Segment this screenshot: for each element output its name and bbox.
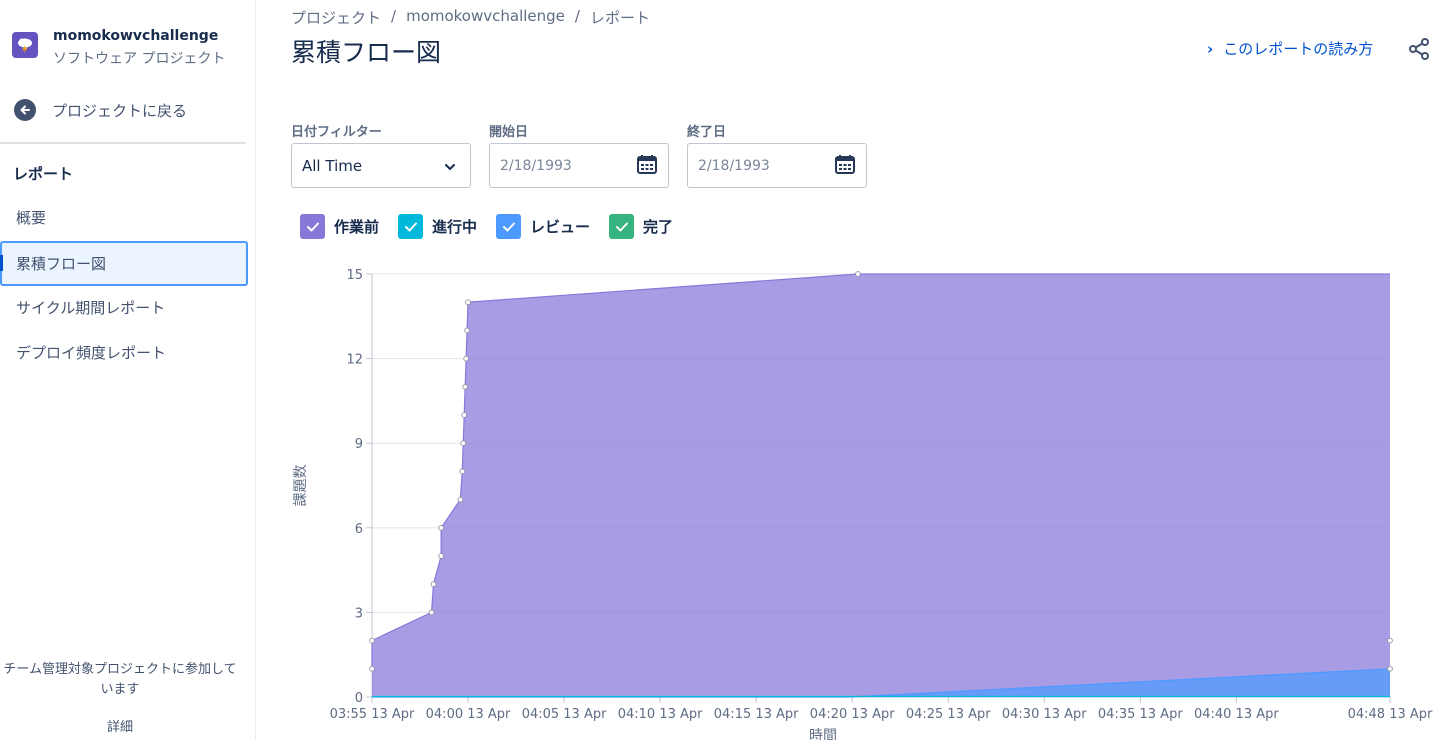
end-date-field: [687, 143, 867, 188]
share-icon[interactable]: [1407, 37, 1431, 61]
sidebar-divider: [0, 142, 246, 144]
breadcrumb-separator: /: [574, 7, 580, 25]
page-title: 累積フロー図: [291, 38, 442, 67]
data-point: [369, 637, 375, 644]
how-to-read-link[interactable]: › このレポートの読み方: [1207, 38, 1373, 59]
how-to-read-label: このレポートの読み方: [1223, 40, 1374, 58]
sidebar-section-title: レポート: [13, 165, 74, 183]
arrow-left-icon: [14, 99, 36, 121]
start-date-field: [489, 143, 669, 188]
breadcrumb-project[interactable]: momokowvchallenge: [406, 7, 565, 28]
sidebar-item-deploy-frequency[interactable]: デプロイ頻度レポート: [0, 330, 248, 375]
breadcrumb-separator: /: [391, 7, 397, 25]
y-tick-label: 6: [355, 522, 363, 537]
sidebar-item-label: 累積フロー図: [16, 255, 107, 273]
breadcrumb: プロジェクト / momokowvchallenge / レポート: [291, 7, 650, 28]
data-point: [461, 412, 468, 418]
breadcrumb-reports[interactable]: レポート: [590, 7, 650, 28]
legend-in-progress[interactable]: 進行中: [398, 214, 477, 239]
checkbox-checked-icon[interactable]: [398, 214, 424, 239]
data-point: [459, 468, 466, 475]
cumulative-flow-chart: 0 3 6 9 12 15 03:55 13 Apr 04:00 13 Apr 04:05 13…: [293, 268, 1433, 740]
x-tick-label: 04:25 13 Apr: [906, 707, 991, 722]
breadcrumb-projects[interactable]: プロジェクト: [291, 7, 381, 28]
series-area: [372, 274, 1390, 697]
x-tick-label: 04:00 13 Apr: [426, 707, 511, 722]
checkbox-checked-icon[interactable]: [496, 214, 522, 239]
legend-done[interactable]: 完了: [609, 214, 673, 239]
checkbox-checked-icon[interactable]: [609, 214, 635, 239]
x-tick-label: 04:10 13 Apr: [618, 707, 703, 722]
project-header: momokowvchallenge ソフトウェア プロジェクト: [12, 27, 225, 69]
x-tick-label: 04:20 13 Apr: [810, 707, 895, 722]
data-point: [464, 327, 470, 334]
checkbox-checked-icon[interactable]: [300, 214, 325, 239]
legend-review[interactable]: レビュー: [496, 214, 590, 239]
team-managed-notice: チーム管理対象プロジェクトに参加しています: [3, 662, 237, 697]
data-point: [430, 581, 437, 588]
data-point: [460, 440, 467, 447]
legend-label: 進行中: [432, 218, 478, 236]
data-point: [369, 665, 375, 672]
data-point: [855, 271, 861, 277]
data-point: [1387, 665, 1393, 672]
sidebar-item-label: サイクル期間レポート: [16, 299, 166, 317]
x-tick-label: 04:40 13 Apr: [1194, 707, 1279, 722]
status-legend: 作業前 進行中 レビュー 完了: [300, 214, 692, 239]
legend-label: 作業前: [334, 218, 380, 236]
end-date-input[interactable]: [698, 157, 818, 174]
data-point: [457, 496, 464, 503]
project-type: ソフトウェア プロジェクト: [53, 51, 226, 67]
legend-label: レビュー: [530, 218, 591, 236]
x-tick-label: 04:30 13 Apr: [1002, 707, 1087, 722]
x-tick-label: 04:48 13 Apr: [1348, 707, 1433, 722]
y-tick-label: 3: [355, 606, 363, 621]
data-point: [438, 553, 444, 559]
back-to-project-link[interactable]: プロジェクトに戻る: [14, 99, 187, 121]
back-link-label: プロジェクトに戻る: [52, 101, 188, 120]
x-tick-label: 04:15 13 Apr: [714, 707, 799, 722]
chevron-down-icon: [444, 157, 456, 175]
date-filter-label: 日付フィルター: [291, 125, 382, 140]
sidebar-item-overview[interactable]: 概要: [0, 195, 248, 240]
sidebar-item-cumulative-flow[interactable]: 累積フロー図: [0, 241, 248, 286]
calendar-icon[interactable]: [834, 153, 856, 179]
y-tick-label: 9: [355, 437, 363, 452]
legend-todo[interactable]: 作業前: [300, 214, 379, 239]
details-link[interactable]: 詳細: [0, 716, 240, 735]
data-point: [428, 609, 435, 616]
project-name: momokowvchallenge: [53, 28, 219, 44]
y-tick-label: 12: [346, 353, 363, 368]
start-date-input[interactable]: [500, 157, 620, 174]
date-filter-select[interactable]: All Time: [291, 143, 471, 188]
calendar-icon[interactable]: [636, 153, 658, 179]
data-point: [438, 524, 444, 531]
x-axis-title: 時間: [809, 728, 837, 740]
end-date-label: 終了日: [687, 125, 727, 140]
sidebar-item-cycle-time[interactable]: サイクル期間レポート: [0, 285, 248, 330]
chevron-right-icon: ›: [1207, 39, 1214, 58]
x-tick-label: 03:55 13 Apr: [330, 707, 415, 722]
legend-label: 完了: [643, 218, 674, 236]
data-point: [463, 355, 469, 362]
sidebar-item-label: 概要: [16, 209, 47, 227]
data-point: [1387, 637, 1393, 644]
sidebar: momokowvchallenge ソフトウェア プロジェクト プロジェクトに戻…: [0, 0, 256, 740]
x-tick-label: 04:05 13 Apr: [522, 707, 607, 722]
y-tick-label: 15: [346, 268, 363, 283]
data-point: [462, 383, 469, 390]
data-point: [465, 299, 471, 306]
x-tick-label: 04:35 13 Apr: [1098, 707, 1183, 722]
sidebar-item-label: デプロイ頻度レポート: [16, 344, 167, 362]
y-axis-title: 課題数: [293, 465, 309, 507]
date-filter-value: All Time: [302, 156, 363, 175]
cloud-lightning-icon: [12, 32, 38, 58]
y-tick-label: 0: [355, 691, 363, 706]
start-date-label: 開始日: [489, 125, 529, 140]
